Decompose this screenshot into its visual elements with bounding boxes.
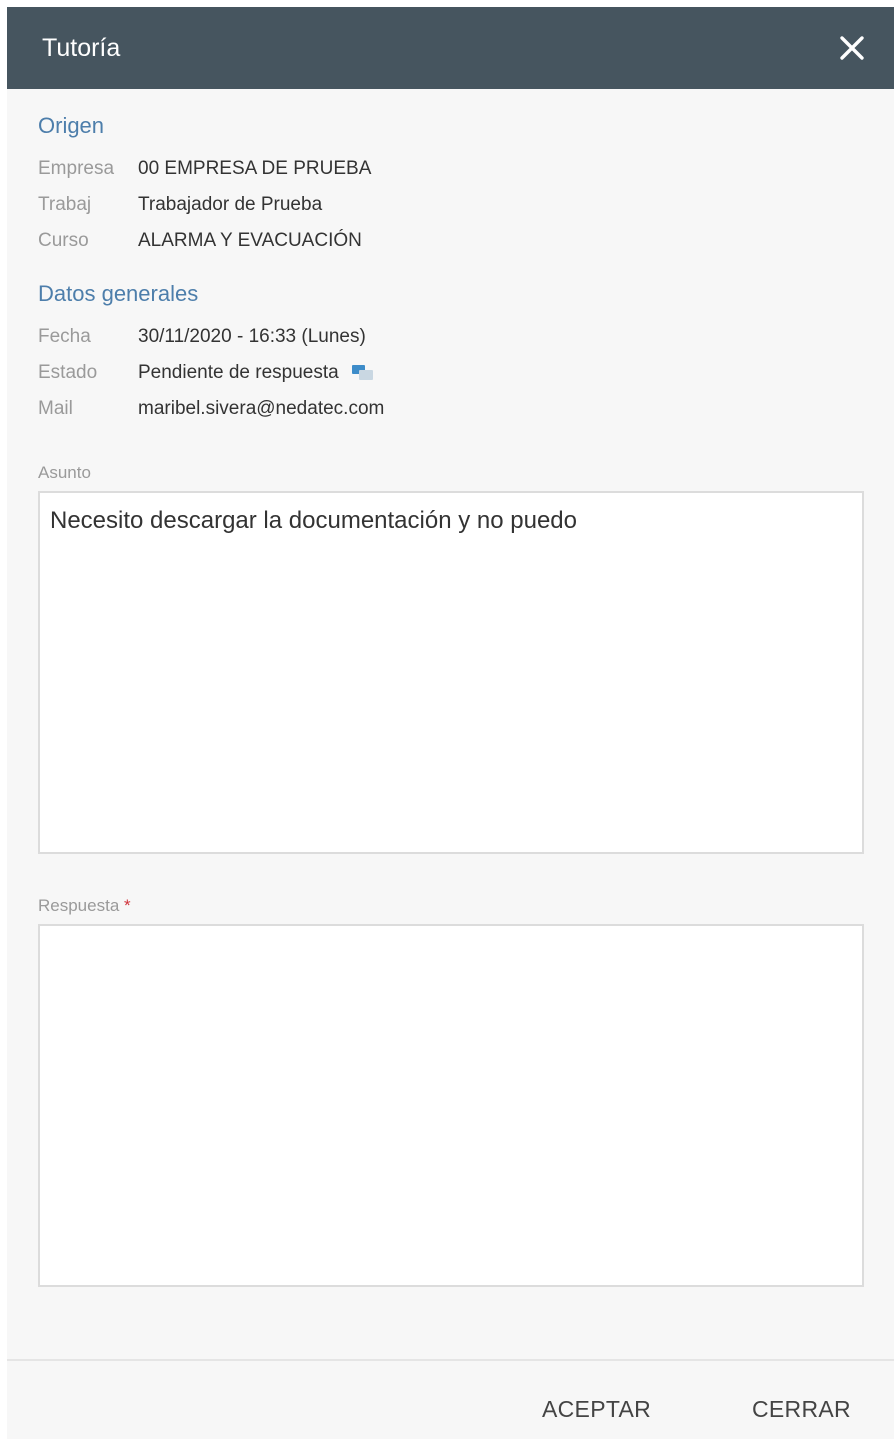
trabajador-row: Trabaj Trabajador de Prueba bbox=[38, 187, 864, 223]
respuesta-label-wrap: Respuesta * bbox=[38, 896, 864, 916]
tutoria-dialog: Tutoría Origen Empresa 00 EMPRESA DE PRU… bbox=[7, 7, 894, 1439]
estado-row: Estado Pendiente de respuesta bbox=[38, 355, 864, 391]
mail-label: Mail bbox=[38, 398, 73, 419]
origen-heading: Origen bbox=[38, 113, 105, 138]
asunto-field[interactable]: Necesito descargar la documentación y no… bbox=[38, 491, 864, 854]
estado-label: Estado bbox=[38, 362, 98, 383]
curso-value: ALARMA Y EVACUACIÓN bbox=[138, 230, 362, 251]
curso-label: Curso bbox=[38, 230, 89, 251]
estado-value-wrap: Pendiente de respuesta bbox=[138, 362, 375, 384]
chat-bubbles-icon bbox=[351, 363, 375, 383]
cerrar-button[interactable]: CERRAR bbox=[752, 1396, 851, 1423]
trabajador-value: Trabajador de Prueba bbox=[138, 194, 323, 215]
mail-value: maribel.sivera@nedatec.com bbox=[138, 398, 385, 419]
aceptar-button[interactable]: ACEPTAR bbox=[542, 1396, 651, 1423]
dialog-content: Origen Empresa 00 EMPRESA DE PRUEBA Trab… bbox=[7, 89, 894, 1287]
dialog-footer: ACEPTAR CERRAR bbox=[7, 1359, 894, 1439]
fecha-row: Fecha 30/11/2020 - 16:33 (Lunes) bbox=[38, 319, 864, 355]
empresa-row: Empresa 00 EMPRESA DE PRUEBA bbox=[38, 151, 864, 187]
close-icon[interactable] bbox=[832, 28, 872, 68]
trabajador-label: Trabaj bbox=[38, 194, 92, 215]
mail-row: Mail maribel.sivera@nedatec.com bbox=[38, 391, 864, 427]
datos-generales-heading: Datos generales bbox=[38, 281, 199, 306]
fecha-label: Fecha bbox=[38, 326, 91, 347]
estado-value: Pendiente de respuesta bbox=[138, 362, 339, 383]
curso-row: Curso ALARMA Y EVACUACIÓN bbox=[38, 223, 864, 259]
empresa-label: Empresa bbox=[38, 158, 115, 179]
fecha-value: 30/11/2020 - 16:33 (Lunes) bbox=[138, 326, 366, 347]
dialog-header: Tutoría bbox=[7, 7, 894, 89]
asunto-label: Asunto bbox=[38, 463, 91, 482]
dialog-title: Tutoría bbox=[42, 33, 121, 62]
respuesta-field[interactable] bbox=[38, 924, 864, 1287]
empresa-value: 00 EMPRESA DE PRUEBA bbox=[138, 158, 372, 179]
respuesta-label: Respuesta bbox=[38, 896, 120, 915]
required-mark: * bbox=[124, 896, 131, 915]
